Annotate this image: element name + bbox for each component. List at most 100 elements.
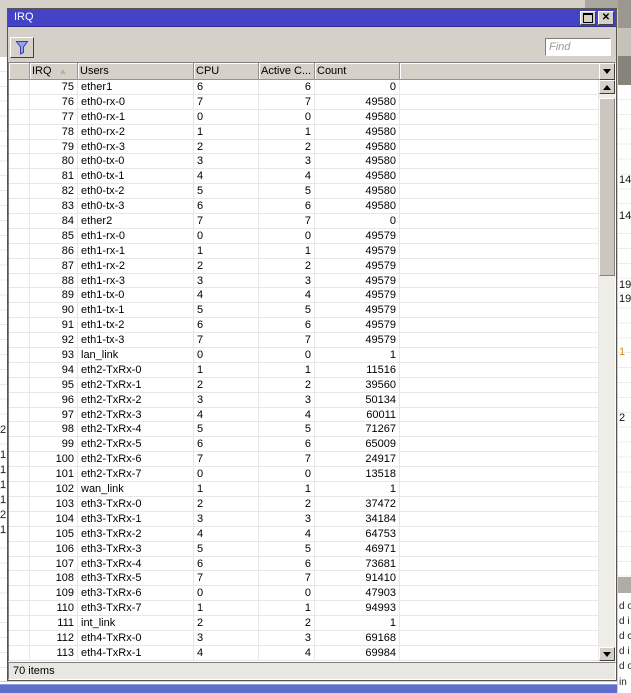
table-row[interactable]: 97 eth2-TxRx-3 4 4 60011 xyxy=(9,407,599,423)
row-cpu: 6 xyxy=(194,318,259,334)
row-users: eth3-TxRx-2 xyxy=(78,526,194,542)
table-row[interactable]: 108 eth3-TxRx-5 7 7 91410 xyxy=(9,571,599,587)
table-row[interactable]: 103 eth3-TxRx-0 2 2 37472 xyxy=(9,496,599,512)
find-input[interactable] xyxy=(545,38,611,56)
table-row[interactable]: 105 eth3-TxRx-2 4 4 64753 xyxy=(9,526,599,542)
row-active-cpu: 7 xyxy=(259,94,315,110)
row-flag-cell xyxy=(9,482,30,497)
row-irq: 91 xyxy=(30,318,78,334)
scroll-up-button[interactable] xyxy=(599,80,615,94)
row-active-cpu: 5 xyxy=(259,422,315,438)
row-count: 49580 xyxy=(315,154,400,170)
row-flag-cell xyxy=(9,452,30,468)
table-row[interactable]: 113 eth4-TxRx-1 4 4 69984 xyxy=(9,645,599,661)
bg-right-number: 19 xyxy=(619,279,631,291)
row-flag-cell xyxy=(9,630,30,646)
row-cpu: 5 xyxy=(194,184,259,200)
filter-button[interactable] xyxy=(10,37,34,58)
table-row[interactable]: 111 int_link 2 2 1 xyxy=(9,616,599,631)
row-flag-cell xyxy=(9,392,30,408)
table-row[interactable]: 99 eth2-TxRx-5 6 6 65009 xyxy=(9,437,599,453)
table-row[interactable]: 100 eth2-TxRx-6 7 7 24917 xyxy=(9,452,599,468)
row-flag-cell xyxy=(9,273,30,289)
table-row[interactable]: 87 eth1-rx-2 2 2 49579 xyxy=(9,258,599,274)
header-irq[interactable]: IRQ xyxy=(30,63,78,80)
row-irq: 108 xyxy=(30,571,78,587)
table-row[interactable]: 81 eth0-tx-1 4 4 49580 xyxy=(9,169,599,185)
row-active-cpu: 0 xyxy=(259,586,315,602)
row-filler xyxy=(400,437,599,453)
bg-left-digit: 1 xyxy=(0,494,6,506)
column-menu-button[interactable] xyxy=(599,63,615,80)
row-cpu: 0 xyxy=(194,348,259,363)
table-row[interactable]: 95 eth2-TxRx-1 2 2 39560 xyxy=(9,377,599,393)
chevron-down-icon xyxy=(603,69,611,74)
header-users[interactable]: Users xyxy=(78,63,194,80)
table-row[interactable]: 106 eth3-TxRx-3 5 5 46971 xyxy=(9,541,599,557)
table-row[interactable]: 110 eth3-TxRx-7 1 1 94993 xyxy=(9,601,599,617)
header-count[interactable]: Count xyxy=(315,63,400,80)
row-users: eth1-tx-2 xyxy=(78,318,194,334)
table-row[interactable]: 94 eth2-TxRx-0 1 1 11516 xyxy=(9,362,599,378)
table-row[interactable]: 80 eth0-tx-0 3 3 49580 xyxy=(9,154,599,170)
row-active-cpu: 4 xyxy=(259,645,315,661)
table-row[interactable]: 98 eth2-TxRx-4 5 5 71267 xyxy=(9,422,599,438)
table-row[interactable]: 91 eth1-tx-2 6 6 49579 xyxy=(9,318,599,334)
row-count: 49580 xyxy=(315,94,400,110)
row-users: eth3-TxRx-7 xyxy=(78,601,194,617)
row-cpu: 6 xyxy=(194,199,259,215)
table-row[interactable]: 83 eth0-tx-3 6 6 49580 xyxy=(9,199,599,215)
scroll-down-button[interactable] xyxy=(599,647,615,661)
header-active-cpu[interactable]: Active C... xyxy=(259,63,315,80)
row-irq: 84 xyxy=(30,214,78,229)
table-row[interactable]: 92 eth1-tx-3 7 7 49579 xyxy=(9,333,599,349)
row-cpu: 1 xyxy=(194,243,259,259)
row-filler xyxy=(400,318,599,334)
table-row[interactable]: 85 eth1-rx-0 0 0 49579 xyxy=(9,228,599,244)
row-count: 49579 xyxy=(315,243,400,259)
row-count: 69984 xyxy=(315,645,400,661)
row-cpu: 2 xyxy=(194,258,259,274)
row-users: lan_link xyxy=(78,348,194,363)
scrollbar-thumb[interactable] xyxy=(599,98,615,276)
header-cpu[interactable]: CPU xyxy=(194,63,259,80)
row-irq: 93 xyxy=(30,348,78,363)
close-button[interactable]: ✕ xyxy=(598,11,614,25)
row-irq: 94 xyxy=(30,362,78,378)
header-blank[interactable] xyxy=(9,63,30,80)
row-count: 1 xyxy=(315,348,400,363)
table-row[interactable]: 96 eth2-TxRx-2 3 3 50134 xyxy=(9,392,599,408)
row-irq: 97 xyxy=(30,407,78,423)
table-row[interactable]: 104 eth3-TxRx-1 3 3 34184 xyxy=(9,511,599,527)
table-row[interactable]: 112 eth4-TxRx-0 3 3 69168 xyxy=(9,630,599,646)
table-row[interactable]: 102 wan_link 1 1 1 xyxy=(9,482,599,497)
row-flag-cell xyxy=(9,184,30,200)
table-row[interactable]: 107 eth3-TxRx-4 6 6 73681 xyxy=(9,556,599,572)
row-irq: 113 xyxy=(30,645,78,661)
row-active-cpu: 5 xyxy=(259,541,315,557)
table-row[interactable]: 75 ether1 6 6 0 xyxy=(9,80,599,95)
table-row[interactable]: 90 eth1-tx-1 5 5 49579 xyxy=(9,303,599,319)
table-row[interactable]: 78 eth0-rx-2 1 1 49580 xyxy=(9,124,599,140)
table-row[interactable]: 101 eth2-TxRx-7 0 0 13518 xyxy=(9,467,599,483)
table-row[interactable]: 93 lan_link 0 0 1 xyxy=(9,348,599,363)
table-row[interactable]: 109 eth3-TxRx-6 0 0 47903 xyxy=(9,586,599,602)
row-active-cpu: 0 xyxy=(259,109,315,125)
close-icon: ✕ xyxy=(601,12,611,23)
row-flag-cell xyxy=(9,422,30,438)
table-row[interactable]: 88 eth1-rx-3 3 3 49579 xyxy=(9,273,599,289)
row-irq: 88 xyxy=(30,273,78,289)
row-active-cpu: 3 xyxy=(259,392,315,408)
row-cpu: 1 xyxy=(194,362,259,378)
row-flag-cell xyxy=(9,333,30,349)
maximize-button[interactable] xyxy=(580,11,596,25)
table-row[interactable]: 89 eth1-tx-0 4 4 49579 xyxy=(9,288,599,304)
table-row[interactable]: 84 ether2 7 7 0 xyxy=(9,214,599,229)
table-row[interactable]: 79 eth0-rx-3 2 2 49580 xyxy=(9,139,599,155)
window-titlebar[interactable]: IRQ ✕ xyxy=(8,9,616,27)
row-active-cpu: 7 xyxy=(259,214,315,229)
table-row[interactable]: 77 eth0-rx-1 0 0 49580 xyxy=(9,109,599,125)
table-row[interactable]: 82 eth0-tx-2 5 5 49580 xyxy=(9,184,599,200)
table-row[interactable]: 86 eth1-rx-1 1 1 49579 xyxy=(9,243,599,259)
table-row[interactable]: 76 eth0-rx-0 7 7 49580 xyxy=(9,94,599,110)
